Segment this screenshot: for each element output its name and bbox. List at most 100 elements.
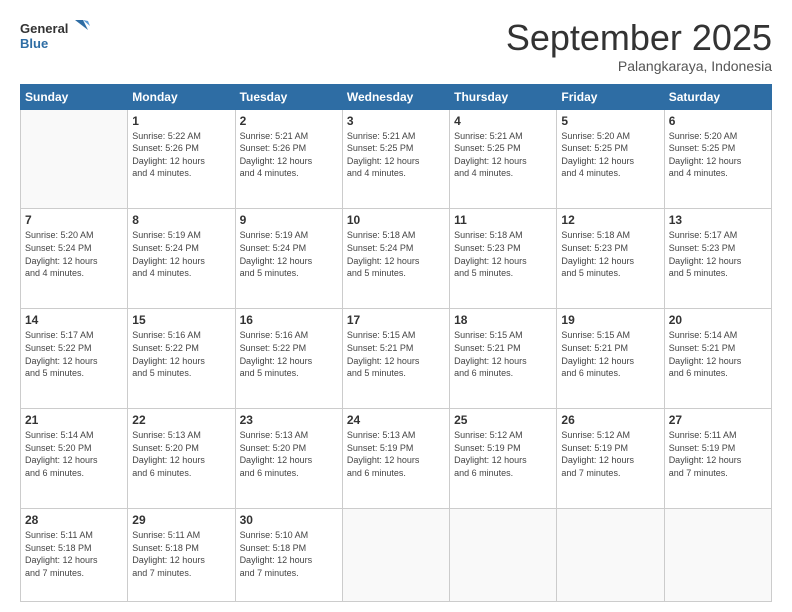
day-number: 30 (240, 513, 338, 527)
day-info: Sunrise: 5:21 AM Sunset: 5:25 PM Dayligh… (347, 130, 445, 180)
day-number: 8 (132, 213, 230, 227)
day-number: 3 (347, 114, 445, 128)
calendar-table: Sunday Monday Tuesday Wednesday Thursday… (20, 84, 772, 602)
day-info: Sunrise: 5:12 AM Sunset: 5:19 PM Dayligh… (454, 429, 552, 479)
table-row: 15 Sunrise: 5:16 AM Sunset: 5:22 PM Dayli… (128, 309, 235, 409)
day-info: Sunrise: 5:15 AM Sunset: 5:21 PM Dayligh… (561, 329, 659, 379)
day-info: Sunrise: 5:21 AM Sunset: 5:25 PM Dayligh… (454, 130, 552, 180)
calendar-week-row: 7 Sunrise: 5:20 AM Sunset: 5:24 PM Daylig… (21, 209, 772, 309)
table-row: 23 Sunrise: 5:13 AM Sunset: 5:20 PM Dayli… (235, 409, 342, 509)
day-info: Sunrise: 5:15 AM Sunset: 5:21 PM Dayligh… (347, 329, 445, 379)
table-row: 7 Sunrise: 5:20 AM Sunset: 5:24 PM Daylig… (21, 209, 128, 309)
col-wednesday: Wednesday (342, 84, 449, 109)
table-row: 3 Sunrise: 5:21 AM Sunset: 5:25 PM Daylig… (342, 109, 449, 209)
table-row: 25 Sunrise: 5:12 AM Sunset: 5:19 PM Dayli… (450, 409, 557, 509)
day-number: 29 (132, 513, 230, 527)
table-row: 2Sunrise: 5:21 AM Sunset: 5:26 PM Daylig… (235, 109, 342, 209)
table-row: 29Sunrise: 5:11 AM Sunset: 5:18 PM Dayli… (128, 509, 235, 602)
day-info: Sunrise: 5:14 AM Sunset: 5:20 PM Dayligh… (25, 429, 123, 479)
day-number: 25 (454, 413, 552, 427)
day-number: 4 (454, 114, 552, 128)
day-info: Sunrise: 5:18 AM Sunset: 5:23 PM Dayligh… (454, 229, 552, 279)
day-info: Sunrise: 5:15 AM Sunset: 5:21 PM Dayligh… (454, 329, 552, 379)
day-number: 21 (25, 413, 123, 427)
day-number: 20 (669, 313, 767, 327)
day-number: 16 (240, 313, 338, 327)
day-info: Sunrise: 5:11 AM Sunset: 5:18 PM Dayligh… (25, 529, 123, 579)
day-info: Sunrise: 5:17 AM Sunset: 5:22 PM Dayligh… (25, 329, 123, 379)
day-info: Sunrise: 5:18 AM Sunset: 5:24 PM Dayligh… (347, 229, 445, 279)
day-info: Sunrise: 5:17 AM Sunset: 5:23 PM Dayligh… (669, 229, 767, 279)
table-row: 13 Sunrise: 5:17 AM Sunset: 5:23 PM Dayli… (664, 209, 771, 309)
header: General Blue September 2025 Palangkaraya… (20, 18, 772, 74)
table-row: 19 Sunrise: 5:15 AM Sunset: 5:21 PM Dayli… (557, 309, 664, 409)
day-info: Sunrise: 5:20 AM Sunset: 5:25 PM Dayligh… (561, 130, 659, 180)
svg-text:General: General (20, 21, 68, 36)
table-row: 30 Sunrise: 5:10 AM Sunset: 5:18 PM Dayli… (235, 509, 342, 602)
day-info: Sunrise: 5:16 AM Sunset: 5:22 PM Dayligh… (132, 329, 230, 379)
table-row: 22Sunrise: 5:13 AM Sunset: 5:20 PM Dayli… (128, 409, 235, 509)
col-saturday: Saturday (664, 84, 771, 109)
day-number: 6 (669, 114, 767, 128)
calendar-page: General Blue September 2025 Palangkaraya… (0, 0, 792, 612)
day-info: Sunrise: 5:22 AM Sunset: 5:26 PM Dayligh… (132, 130, 230, 180)
calendar-week-row: 1 Sunrise: 5:22 AM Sunset: 5:26 PM Daylig… (21, 109, 772, 209)
calendar-week-row: 28 Sunrise: 5:11 AM Sunset: 5:18 PM Dayli… (21, 509, 772, 602)
table-row: 26 Sunrise: 5:12 AM Sunset: 5:19 PM Dayli… (557, 409, 664, 509)
table-row (557, 509, 664, 602)
day-number: 28 (25, 513, 123, 527)
day-number: 9 (240, 213, 338, 227)
table-row: 12 Sunrise: 5:18 AM Sunset: 5:23 PM Dayli… (557, 209, 664, 309)
table-row (342, 509, 449, 602)
month-title: September 2025 (506, 18, 772, 58)
calendar-week-row: 14Sunrise: 5:17 AM Sunset: 5:22 PM Dayli… (21, 309, 772, 409)
day-number: 1 (132, 114, 230, 128)
table-row: 21 Sunrise: 5:14 AM Sunset: 5:20 PM Dayli… (21, 409, 128, 509)
day-info: Sunrise: 5:13 AM Sunset: 5:20 PM Dayligh… (240, 429, 338, 479)
col-friday: Friday (557, 84, 664, 109)
table-row: 24Sunrise: 5:13 AM Sunset: 5:19 PM Dayli… (342, 409, 449, 509)
table-row (450, 509, 557, 602)
day-info: Sunrise: 5:19 AM Sunset: 5:24 PM Dayligh… (132, 229, 230, 279)
day-number: 18 (454, 313, 552, 327)
day-info: Sunrise: 5:20 AM Sunset: 5:24 PM Dayligh… (25, 229, 123, 279)
table-row (21, 109, 128, 209)
col-thursday: Thursday (450, 84, 557, 109)
subtitle: Palangkaraya, Indonesia (506, 58, 772, 74)
table-row: 17Sunrise: 5:15 AM Sunset: 5:21 PM Dayli… (342, 309, 449, 409)
day-number: 13 (669, 213, 767, 227)
table-row: 1 Sunrise: 5:22 AM Sunset: 5:26 PM Daylig… (128, 109, 235, 209)
table-row (664, 509, 771, 602)
table-row: 28 Sunrise: 5:11 AM Sunset: 5:18 PM Dayli… (21, 509, 128, 602)
day-number: 23 (240, 413, 338, 427)
day-number: 26 (561, 413, 659, 427)
day-number: 2 (240, 114, 338, 128)
day-number: 11 (454, 213, 552, 227)
table-row: 4 Sunrise: 5:21 AM Sunset: 5:25 PM Daylig… (450, 109, 557, 209)
logo-svg: General Blue (20, 18, 90, 58)
day-info: Sunrise: 5:18 AM Sunset: 5:23 PM Dayligh… (561, 229, 659, 279)
day-number: 27 (669, 413, 767, 427)
day-number: 15 (132, 313, 230, 327)
day-number: 7 (25, 213, 123, 227)
table-row: 16 Sunrise: 5:16 AM Sunset: 5:22 PM Dayli… (235, 309, 342, 409)
table-row: 9Sunrise: 5:19 AM Sunset: 5:24 PM Daylig… (235, 209, 342, 309)
calendar-header-row: Sunday Monday Tuesday Wednesday Thursday… (21, 84, 772, 109)
day-info: Sunrise: 5:11 AM Sunset: 5:19 PM Dayligh… (669, 429, 767, 479)
day-info: Sunrise: 5:10 AM Sunset: 5:18 PM Dayligh… (240, 529, 338, 579)
table-row: 11 Sunrise: 5:18 AM Sunset: 5:23 PM Dayli… (450, 209, 557, 309)
day-number: 24 (347, 413, 445, 427)
table-row: 5 Sunrise: 5:20 AM Sunset: 5:25 PM Daylig… (557, 109, 664, 209)
day-number: 5 (561, 114, 659, 128)
table-row: 20Sunrise: 5:14 AM Sunset: 5:21 PM Dayli… (664, 309, 771, 409)
title-block: September 2025 Palangkaraya, Indonesia (506, 18, 772, 74)
day-number: 12 (561, 213, 659, 227)
day-number: 19 (561, 313, 659, 327)
col-tuesday: Tuesday (235, 84, 342, 109)
logo: General Blue (20, 18, 90, 58)
day-number: 22 (132, 413, 230, 427)
day-info: Sunrise: 5:12 AM Sunset: 5:19 PM Dayligh… (561, 429, 659, 479)
day-info: Sunrise: 5:16 AM Sunset: 5:22 PM Dayligh… (240, 329, 338, 379)
table-row: 27 Sunrise: 5:11 AM Sunset: 5:19 PM Dayli… (664, 409, 771, 509)
col-monday: Monday (128, 84, 235, 109)
